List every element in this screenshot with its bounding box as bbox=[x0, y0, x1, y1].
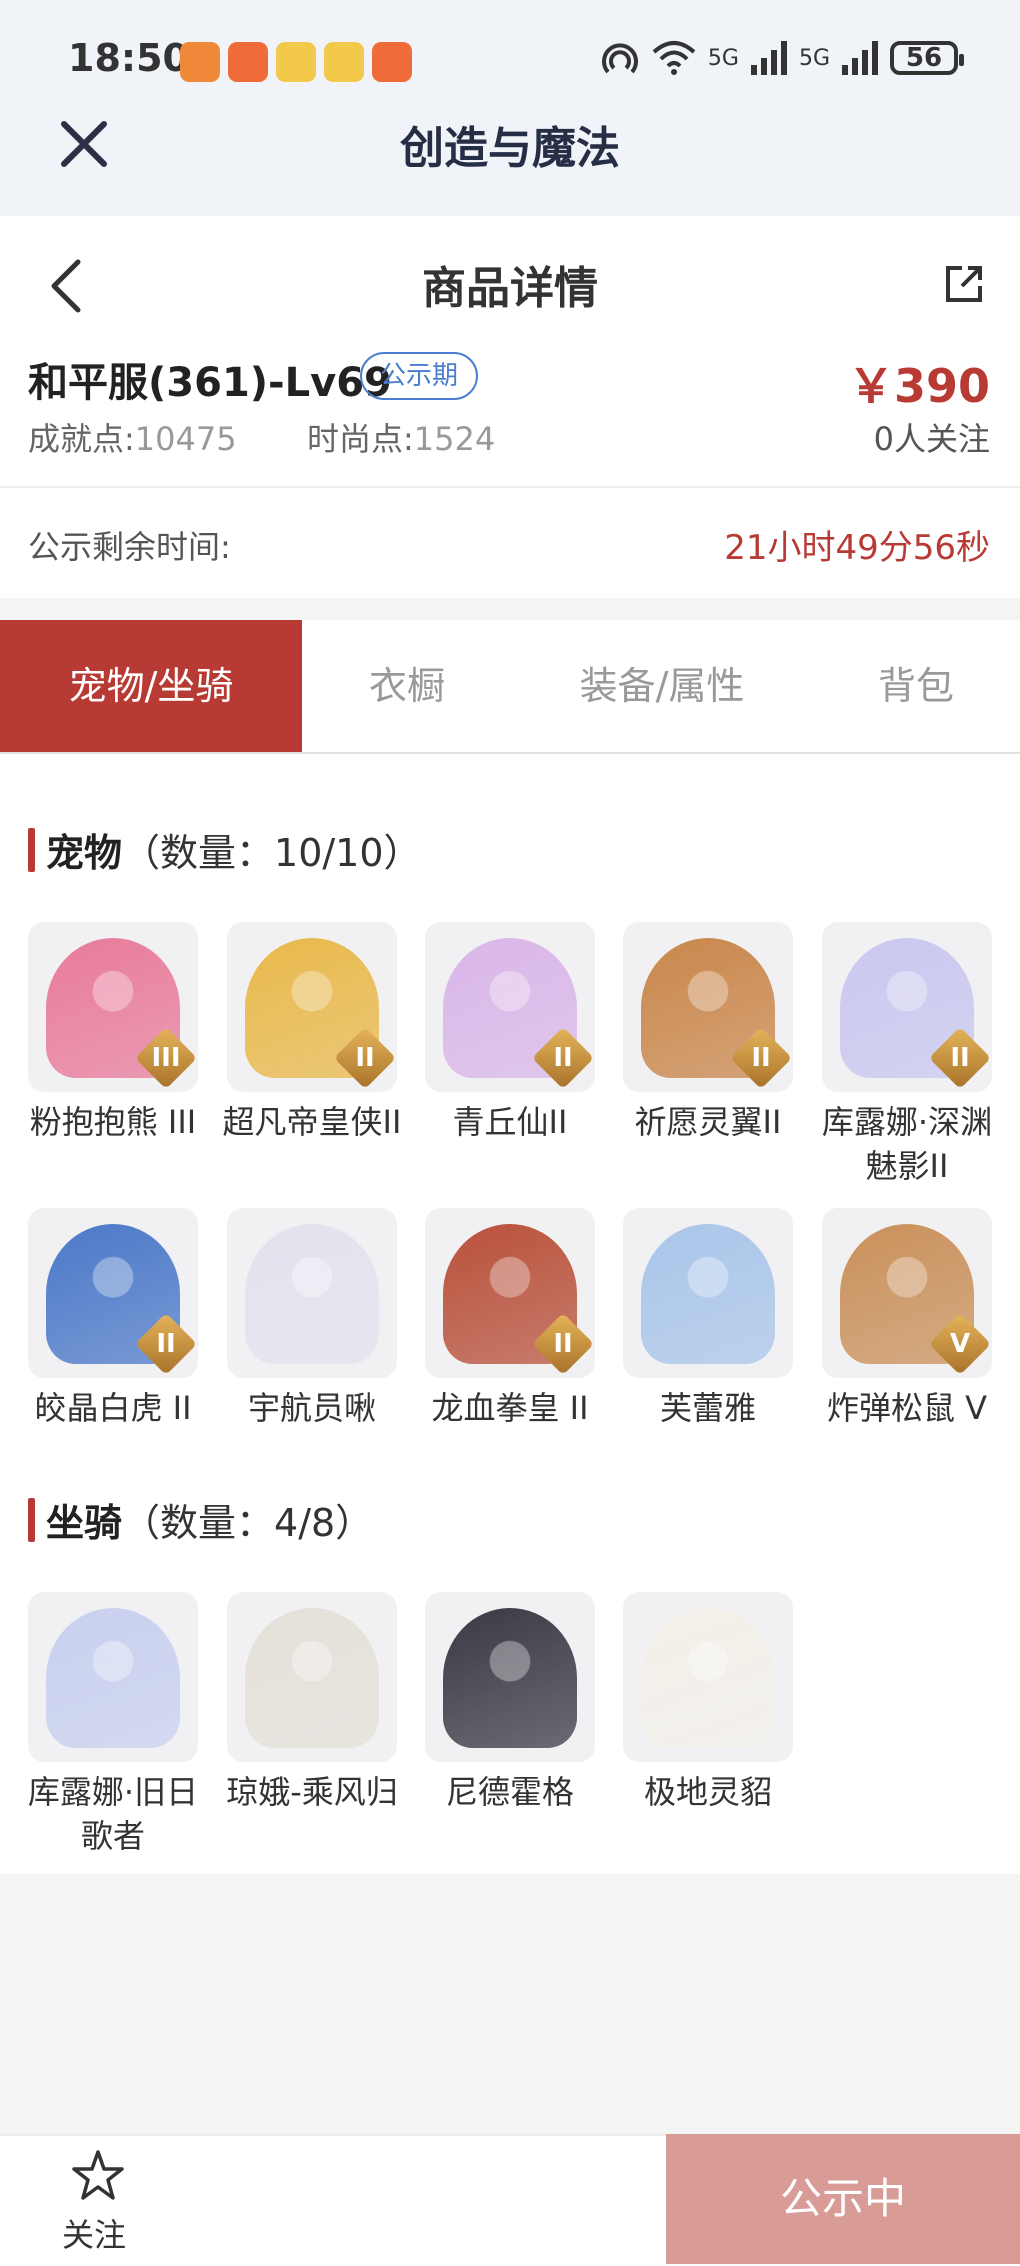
server-name: 和平服(361)-Lv69 bbox=[28, 360, 392, 406]
mounts-section-title: 坐骑 bbox=[46, 1501, 123, 1545]
tier-badge-icon: II bbox=[333, 1026, 397, 1090]
mount-card[interactable] bbox=[425, 1592, 595, 1762]
achievement-value: 10475 bbox=[134, 420, 237, 458]
mount-image bbox=[443, 1608, 577, 1748]
pets-section-header: 宠物（数量：10/10） bbox=[46, 822, 422, 877]
signal-icon bbox=[842, 41, 878, 75]
timer-label: 公示剩余时间: bbox=[28, 528, 231, 566]
status-badge: 公示期 bbox=[360, 352, 479, 400]
pet-name: 炸弹松鼠 V bbox=[826, 1389, 988, 1427]
pet-card[interactable]: V bbox=[822, 1208, 992, 1378]
top-bar bbox=[0, 0, 1020, 216]
pet-card[interactable] bbox=[227, 1208, 397, 1378]
mounts-section-header: 坐骑（数量：4/8） bbox=[46, 1492, 373, 1547]
tab-pets-mounts[interactable]: 宠物/坐骑 bbox=[0, 620, 302, 752]
mount-card[interactable] bbox=[28, 1592, 198, 1762]
pet-name: 祈愿灵翼II bbox=[634, 1103, 782, 1141]
tab-wardrobe[interactable]: 衣橱 bbox=[302, 620, 512, 752]
pet-card[interactable] bbox=[623, 1208, 793, 1378]
mount-image bbox=[245, 1608, 379, 1748]
battery-icon: 56 bbox=[890, 41, 964, 75]
notification-icon bbox=[276, 42, 316, 82]
follow-label[interactable]: 关注 bbox=[62, 2210, 126, 2256]
fashion-label: 时尚点: bbox=[306, 420, 414, 458]
mounts-count: （数量：4/8） bbox=[122, 1501, 374, 1545]
fashion-value: 1524 bbox=[413, 420, 496, 458]
pet-name: 芙蕾雅 bbox=[659, 1389, 756, 1427]
price: ￥390 bbox=[847, 359, 990, 413]
tier-badge-icon: II bbox=[729, 1026, 793, 1090]
pet-name: 皎晶白虎 II bbox=[34, 1389, 192, 1427]
pet-image bbox=[641, 1224, 775, 1364]
pet-card[interactable]: II bbox=[28, 1208, 198, 1378]
status-button[interactable]: 公示中 bbox=[666, 2134, 1020, 2264]
signal-icon bbox=[750, 41, 787, 75]
pet-card[interactable]: II bbox=[227, 922, 397, 1092]
nfc-icon bbox=[601, 43, 638, 74]
pet-name: 粉抱抱熊 III bbox=[29, 1103, 197, 1141]
mount-name: 库露娜·旧日歌者 bbox=[27, 1773, 199, 1855]
tab-equipment[interactable]: 装备/属性 bbox=[512, 620, 812, 752]
section-accent bbox=[28, 1498, 35, 1542]
pets-count: （数量：10/10） bbox=[122, 831, 422, 875]
network-label-1: 5G bbox=[707, 45, 739, 71]
tier-badge-icon: II bbox=[531, 1026, 595, 1090]
listing-stats: 成就点:10475 时尚点:1524 bbox=[28, 414, 495, 460]
tab-bar: 宠物/坐骑 衣橱 装备/属性 背包 bbox=[0, 620, 1020, 754]
mount-image bbox=[46, 1608, 180, 1748]
tier-badge-icon: III bbox=[134, 1026, 198, 1090]
pet-name: 库露娜·深渊魅影II bbox=[821, 1103, 993, 1185]
star-icon[interactable] bbox=[70, 2148, 126, 2204]
followers-count: 0人关注 bbox=[873, 420, 990, 458]
pet-card[interactable]: II bbox=[822, 922, 992, 1092]
tier-badge-icon: V bbox=[928, 1312, 992, 1376]
timer-value: 21小时49分56秒 bbox=[724, 528, 990, 568]
app-title: 创造与魔法 bbox=[400, 123, 620, 174]
mount-name: 尼德霍格 bbox=[445, 1773, 574, 1811]
pet-card[interactable]: II bbox=[425, 1208, 595, 1378]
pet-card[interactable]: II bbox=[623, 922, 793, 1092]
wifi-icon bbox=[652, 41, 696, 75]
pet-card[interactable]: III bbox=[28, 922, 198, 1092]
achievement-label: 成就点: bbox=[28, 420, 135, 458]
mount-card[interactable] bbox=[623, 1592, 793, 1762]
pet-image bbox=[245, 1224, 379, 1364]
mount-name: 极地灵貂 bbox=[643, 1773, 772, 1811]
pet-card[interactable]: II bbox=[425, 922, 595, 1092]
section-accent bbox=[28, 828, 35, 872]
pets-section-title: 宠物 bbox=[46, 831, 123, 875]
pet-name: 宇航员啾 bbox=[247, 1389, 376, 1427]
mount-card[interactable] bbox=[227, 1592, 397, 1762]
pet-name: 龙血拳皇 II bbox=[431, 1389, 589, 1427]
pet-name: 青丘仙II bbox=[452, 1103, 568, 1141]
pet-name: 超凡帝皇侠II bbox=[222, 1103, 402, 1141]
notification-icon bbox=[180, 42, 220, 82]
tier-badge-icon: II bbox=[531, 1312, 595, 1376]
notification-icon bbox=[324, 42, 364, 82]
tab-backpack[interactable]: 背包 bbox=[812, 620, 1020, 752]
notification-icon bbox=[228, 42, 268, 82]
tier-badge-icon: II bbox=[928, 1026, 992, 1090]
tier-badge-icon: II bbox=[134, 1312, 198, 1376]
notification-icon bbox=[372, 42, 412, 82]
system-icons: 5G 5G 56 bbox=[600, 38, 964, 78]
mount-name: 琼娥-乘风归 bbox=[226, 1773, 398, 1811]
network-label-2: 5G bbox=[798, 45, 830, 71]
status-time: 18:50 bbox=[68, 36, 189, 80]
mount-image bbox=[641, 1608, 775, 1748]
page-title: 商品详情 bbox=[422, 263, 598, 314]
share-icon[interactable] bbox=[942, 262, 986, 306]
